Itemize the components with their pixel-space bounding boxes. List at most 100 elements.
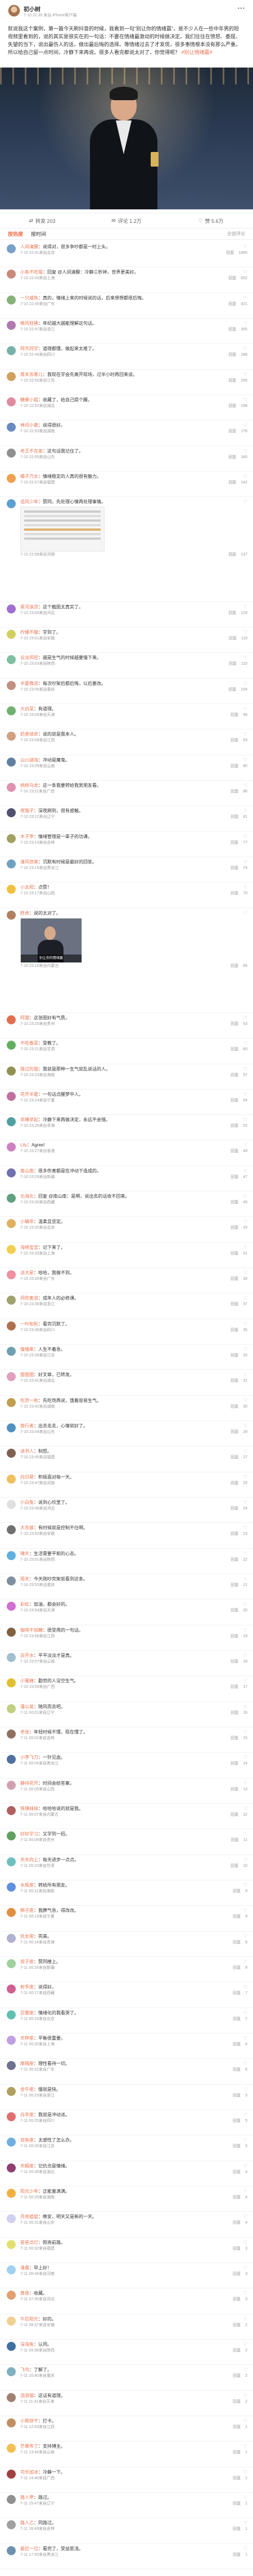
- commenter-name[interactable]: Lily: [20, 1143, 27, 1148]
- commenter-name[interactable]: 糖果小姐: [20, 397, 38, 402]
- commenter-name[interactable]: 清风徐来: [20, 859, 38, 864]
- comment-like-icon[interactable]: ♡: [243, 1398, 247, 1403]
- comment-like-count[interactable]: 6: [245, 2067, 247, 2073]
- commenter-name[interactable]: 派大星: [20, 1270, 34, 1275]
- commenter-name[interactable]: 橘子汽水: [20, 474, 38, 479]
- commenter-name[interactable]: 一只咸鱼: [20, 295, 38, 301]
- commenter-name[interactable]: 向日葵: [20, 1475, 34, 1480]
- comment-row[interactable]: 双子座：赞同楼上。 7-11 00:16 来自新疆 回复 8 ♡: [0, 1957, 253, 1983]
- comment-row[interactable]: 金牛座：慢就是快。 7-11 00:23 来自浙江 回复 5 ♡: [0, 2085, 253, 2110]
- comment-like-count[interactable]: 17: [243, 1685, 247, 1690]
- commenter-name[interactable]: 路人乙: [20, 2520, 34, 2525]
- comment-like-count[interactable]: 41: [243, 1251, 247, 1257]
- commenter-name[interactable]: 读书人: [20, 1449, 34, 1454]
- commenter-name[interactable]: 木子李: [20, 834, 34, 839]
- comment-row[interactable]: 阳光少年：正能量满满。 7-11 00:29 来自湖南 回复 4 ♡: [0, 2187, 253, 2212]
- comment-like-icon[interactable]: ♡: [243, 1423, 247, 1428]
- comment-like-count[interactable]: 5: [245, 2118, 247, 2124]
- comment-like-count[interactable]: 49: [243, 1149, 247, 1154]
- reply-button[interactable]: 回复: [231, 764, 238, 769]
- comment-like-count[interactable]: 52: [243, 1123, 247, 1129]
- comment-like-count[interactable]: 137: [241, 552, 247, 558]
- comment-row[interactable]: 咖啡不加糖：很受用的一句话。 7-10 23:56 来自江西 回复 19 ♡: [0, 1625, 253, 1651]
- commenter-avatar[interactable]: [7, 1168, 16, 1177]
- reply-button[interactable]: 回复: [231, 1022, 238, 1027]
- comment-row[interactable]: 奶茶续命：说的就是我本人。 7-10 23:08 来自江西 回复 93 ♡: [0, 729, 253, 755]
- reply-button[interactable]: 回复: [233, 2425, 241, 2430]
- commenter-name[interactable]: 芒果布丁: [20, 2444, 38, 2449]
- comment-row[interactable]: 静待花开：时间会给答案。 7-11 00:05 来自山西 回复 13 ♡: [0, 1778, 253, 1804]
- reply-button[interactable]: 回复: [228, 611, 236, 616]
- comment-like-icon[interactable]: ♡: [243, 1959, 247, 1964]
- commenter-name[interactable]: 一叶知秋: [20, 1321, 38, 1327]
- comment-row[interactable]: Lily：Agree! 7-10 23:27 来自香港 回复 49 ♡: [0, 1140, 253, 1166]
- comment-like-count[interactable]: 15: [243, 1736, 247, 1741]
- commenter-name[interactable]: 蒲公英: [20, 1704, 34, 1709]
- reply-button[interactable]: 回复: [233, 2526, 241, 2532]
- comment-row[interactable]: 橘子汽水：情绪稳定的人真的很有魅力。 7-10 22:57 来自福建 回复 142 ♡: [0, 472, 253, 498]
- comment-row[interactable]: 不吃香菜：受教了。 7-10 23:21 来自甘肃 回复 60 ♡: [0, 1038, 253, 1064]
- comment-like-count[interactable]: 198: [241, 404, 247, 409]
- reply-button[interactable]: 回复: [228, 552, 236, 558]
- reply-button[interactable]: 回复: [231, 1787, 238, 1793]
- commenter-name[interactable]: 彩虹: [20, 1602, 29, 1607]
- comment-like-count[interactable]: 25: [243, 1481, 247, 1486]
- comment-row[interactable]: 飞鸟：了解了。 7-11 10:40 来自重庆 回复 2 ♡: [0, 2365, 253, 2391]
- comment-like-count[interactable]: 16: [243, 1710, 247, 1716]
- reply-button[interactable]: 回复: [231, 1200, 238, 1206]
- comment-row[interactable]: 读书人：制怒。 7-10 23:45 来自福建 回复 27 ♡: [0, 1446, 253, 1472]
- commenter-name[interactable]: 旅行者: [20, 1423, 34, 1428]
- commenter-avatar[interactable]: [7, 1933, 16, 1943]
- comment-row[interactable]: 清晨：早上好！ 7-11 06:34 来自河南 回复 3 ♡: [0, 2263, 253, 2289]
- commenter-avatar[interactable]: [7, 2010, 16, 2019]
- reply-button[interactable]: 回复: [228, 302, 236, 307]
- commenter-avatar[interactable]: [7, 1730, 16, 1739]
- comment-like-icon[interactable]: ♡: [243, 2189, 247, 2194]
- commenter-name[interactable]: 早睡早起: [20, 1117, 38, 1122]
- comment-row[interactable]: 北海北：回复 @南山南：是啊，说出去的话收不回来。 7-10 23:30 来自西藏…: [0, 1191, 253, 1217]
- comment-row[interactable]: 大白菜：有道理。 7-10 23:06 来自天津 回复 98 ♡: [0, 704, 253, 730]
- commenter-name[interactable]: 晴天: [20, 1551, 29, 1556]
- commenter-avatar[interactable]: [7, 680, 16, 690]
- comment-like-icon[interactable]: ♡: [243, 474, 247, 479]
- comment-like-count[interactable]: 160: [241, 455, 247, 460]
- comment-like-icon[interactable]: ♡: [243, 834, 247, 839]
- commenter-avatar[interactable]: [7, 270, 16, 279]
- comment-like-icon[interactable]: ♡: [243, 2317, 247, 2322]
- comment-like-icon[interactable]: ♡: [243, 1704, 247, 1709]
- comment-photo-image[interactable]: 别让你的情绪赢: [20, 917, 82, 963]
- comment-like-count[interactable]: 3: [245, 2246, 247, 2252]
- commenter-name[interactable]: 小李飞刀: [20, 1755, 38, 1760]
- reply-button[interactable]: 回复: [231, 1736, 238, 1741]
- commenter-avatar[interactable]: [7, 2393, 16, 2402]
- comment-row[interactable]: 流浪猫：这话有道理。 7-11 11:41 来自天津 回复 2 ♡: [0, 2391, 253, 2416]
- commenter-avatar[interactable]: [7, 371, 16, 381]
- commenter-avatar[interactable]: [7, 859, 16, 868]
- comment-like-count[interactable]: 74: [243, 866, 247, 871]
- comment-row[interactable]: 蒲公英：随风而去吧。 7-11 00:01 来自辽宁 回复 16 ♡: [0, 1702, 253, 1728]
- comment-like-icon[interactable]: ♡: [243, 2342, 247, 2347]
- comment-like-count[interactable]: 23: [243, 1531, 247, 1537]
- commenter-avatar[interactable]: [7, 1831, 16, 1841]
- commenter-avatar[interactable]: [7, 1270, 16, 1280]
- commenter-name[interactable]: 小蜜蜂: [20, 1678, 34, 1683]
- comment-like-count[interactable]: 288: [241, 352, 247, 358]
- commenter-avatar[interactable]: [7, 473, 16, 483]
- reply-button[interactable]: 回复: [233, 2144, 241, 2149]
- comment-row[interactable]: 小蜜蜂：勤劳的人没空生气。 7-10 23:59 来自广西 回复 17 ♡: [0, 1676, 253, 1702]
- commenter-avatar[interactable]: [7, 1806, 16, 1816]
- comment-like-icon[interactable]: ♡: [243, 1883, 247, 1888]
- commenter-avatar[interactable]: [7, 1678, 16, 1688]
- commenter-name[interactable]: 星河滚烫: [20, 604, 38, 610]
- commenter-avatar[interactable]: [7, 1372, 16, 1382]
- commenter-avatar[interactable]: [7, 2367, 16, 2377]
- comment-row[interactable]: 早睡早起：冷静下来再做决定，永远不会错。 7-10 23:26 来自青海 回复 52 ♡: [0, 1115, 253, 1141]
- comment-row[interactable]: 夜猫子：深夜刷到，很有感触。 7-10 23:12 来自辽宁 回复 81 ♡: [0, 806, 253, 832]
- comment-like-count[interactable]: 1: [245, 2450, 247, 2456]
- comment-row[interactable]: 甜甜圈：好文章，已转发。 7-10 23:41 来自湖北 回复 31 ♡: [0, 1370, 253, 1396]
- comment-row[interactable]: 白羊座：我就是冲动派。 7-11 00:25 来自四川 回复 5 ♡: [0, 2110, 253, 2136]
- comment-like-count[interactable]: 115: [241, 661, 247, 667]
- reply-button[interactable]: 回复: [231, 964, 238, 969]
- comment-like-icon[interactable]: ♡: [243, 2393, 247, 2398]
- comment-like-count[interactable]: 57: [243, 1073, 247, 1078]
